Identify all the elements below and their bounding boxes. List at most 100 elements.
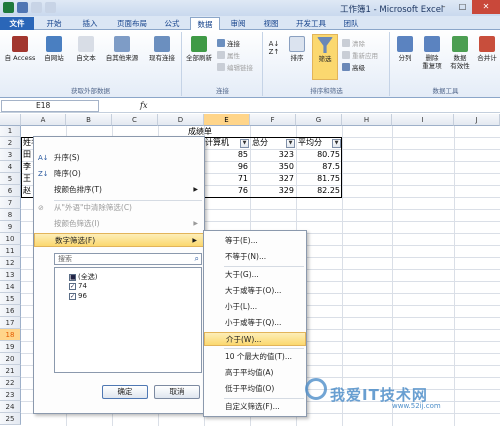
- sort-az-button[interactable]: A↓ Z↑: [266, 40, 282, 56]
- computer-cell[interactable]: 76: [206, 186, 248, 196]
- column-header[interactable]: B: [66, 114, 112, 126]
- row-header[interactable]: 4: [0, 161, 21, 173]
- column-header[interactable]: J: [454, 114, 500, 126]
- select-all-corner[interactable]: [0, 114, 21, 126]
- column-header[interactable]: D: [158, 114, 204, 126]
- tab-review[interactable]: 审阅: [223, 17, 253, 30]
- row-header[interactable]: 21: [0, 365, 21, 377]
- row-header[interactable]: 20: [0, 353, 21, 365]
- save-icon[interactable]: [17, 2, 28, 13]
- advanced-filter-button[interactable]: 高级: [342, 62, 365, 72]
- top-10-item[interactable]: 10 个最大的值(T)...: [204, 350, 306, 364]
- column-header[interactable]: A: [21, 114, 66, 126]
- column-header[interactable]: H: [342, 114, 392, 126]
- ok-button[interactable]: 确定: [102, 385, 148, 399]
- row-header[interactable]: 8: [0, 209, 21, 221]
- row-header[interactable]: 10: [0, 233, 21, 245]
- average-cell[interactable]: 81.75: [298, 174, 340, 184]
- row-header[interactable]: 25: [0, 413, 21, 425]
- total-cell[interactable]: 327: [252, 174, 294, 184]
- computer-cell[interactable]: 85: [206, 150, 248, 160]
- column-header-selected[interactable]: E: [204, 114, 250, 126]
- from-web-button[interactable]: 自网站: [38, 36, 70, 62]
- from-access-button[interactable]: 自 Access: [2, 36, 38, 62]
- data-validation-button[interactable]: 数据 有效性: [447, 36, 473, 70]
- checkbox-value[interactable]: ✓ 74: [69, 282, 87, 290]
- text-to-columns-button[interactable]: 分列: [393, 36, 417, 62]
- name-cell[interactable]: 李: [23, 162, 31, 172]
- greater-or-equal-item[interactable]: 大于或等于(O)...: [204, 284, 306, 298]
- row-header[interactable]: 6: [0, 185, 21, 197]
- row-header[interactable]: 19: [0, 341, 21, 353]
- row-header[interactable]: 15: [0, 293, 21, 305]
- header-cell[interactable]: 平均分: [298, 138, 322, 148]
- filter-button[interactable]: 筛选: [312, 34, 338, 80]
- existing-connections-button[interactable]: 现有连接: [144, 36, 180, 62]
- computer-cell[interactable]: 96: [206, 162, 248, 172]
- filter-dropdown-button[interactable]: ▼: [240, 139, 249, 148]
- row-header[interactable]: 13: [0, 269, 21, 281]
- minimize-icon[interactable]: –: [434, 0, 453, 14]
- from-other-sources-button[interactable]: 自其他来源: [102, 36, 142, 62]
- above-average-item[interactable]: 高于平均值(A): [204, 366, 306, 380]
- tab-insert[interactable]: 插入: [74, 17, 106, 30]
- filter-search-input[interactable]: 搜索 ⌕: [54, 253, 202, 265]
- row-header[interactable]: 3: [0, 149, 21, 161]
- average-cell[interactable]: 82.25: [298, 186, 340, 196]
- filter-values-list[interactable]: ■ (全选) ✓ 74 ✓ 96: [54, 267, 202, 373]
- filter-dropdown-button[interactable]: ▼: [332, 139, 341, 148]
- remove-duplicates-button[interactable]: 删除 重复项: [419, 36, 445, 70]
- below-average-item[interactable]: 低于平均值(O): [204, 382, 306, 396]
- tab-file[interactable]: 文件: [0, 17, 34, 30]
- row-header[interactable]: 5: [0, 173, 21, 185]
- column-header[interactable]: I: [392, 114, 454, 126]
- insert-function-icon[interactable]: fx: [140, 101, 147, 110]
- less-than-item[interactable]: 小于(L)...: [204, 300, 306, 314]
- name-cell[interactable]: 赵: [23, 186, 31, 196]
- header-cell[interactable]: 计算机: [205, 138, 229, 148]
- less-or-equal-item[interactable]: 小于或等于(Q)...: [204, 316, 306, 330]
- average-cell[interactable]: 87.5: [298, 162, 340, 172]
- tab-home[interactable]: 开始: [38, 17, 70, 30]
- checkbox-value[interactable]: ✓ 96: [69, 292, 87, 300]
- tab-data[interactable]: 数据: [190, 17, 220, 31]
- equals-item[interactable]: 等于(E)...: [204, 234, 306, 248]
- row-header[interactable]: 1: [0, 126, 21, 137]
- redo-icon[interactable]: [45, 2, 56, 13]
- total-cell[interactable]: 323: [252, 150, 294, 160]
- tab-formulas[interactable]: 公式: [157, 17, 187, 30]
- column-header[interactable]: G: [296, 114, 342, 126]
- name-cell[interactable]: 田: [23, 150, 31, 160]
- tab-view[interactable]: 视图: [256, 17, 286, 30]
- tab-team[interactable]: 团队: [336, 17, 366, 30]
- greater-than-item[interactable]: 大于(G)...: [204, 268, 306, 282]
- name-box[interactable]: E18: [1, 100, 99, 112]
- column-header[interactable]: C: [112, 114, 158, 126]
- total-cell[interactable]: 350: [252, 162, 294, 172]
- tab-page-layout[interactable]: 页面布局: [110, 17, 154, 30]
- row-header[interactable]: 24: [0, 401, 21, 413]
- row-header[interactable]: 12: [0, 257, 21, 269]
- checkbox-select-all[interactable]: ■ (全选): [69, 272, 97, 282]
- sort-button[interactable]: 排序: [284, 36, 310, 62]
- sort-descending-item[interactable]: Z↓ 降序(O): [34, 167, 204, 181]
- not-equal-item[interactable]: 不等于(N)...: [204, 250, 306, 264]
- sort-ascending-item[interactable]: A↓ 升序(S): [34, 151, 204, 165]
- custom-filter-item[interactable]: 自定义筛选(F)...: [204, 400, 306, 414]
- header-cell[interactable]: 总分: [252, 138, 268, 148]
- connections-button[interactable]: 连接: [217, 38, 240, 48]
- between-item[interactable]: 介于(W)...: [204, 332, 306, 346]
- row-header[interactable]: 23: [0, 389, 21, 401]
- cancel-button[interactable]: 取消: [154, 385, 200, 399]
- average-cell[interactable]: 80.75: [298, 150, 340, 160]
- undo-icon[interactable]: [31, 2, 42, 13]
- row-header[interactable]: 9: [0, 221, 21, 233]
- row-header[interactable]: 14: [0, 281, 21, 293]
- total-cell[interactable]: 329: [252, 186, 294, 196]
- consolidate-button[interactable]: 合并计: [475, 36, 499, 62]
- name-cell[interactable]: 王: [23, 174, 31, 184]
- row-header[interactable]: 17: [0, 317, 21, 329]
- tab-developer[interactable]: 开发工具: [289, 17, 333, 30]
- computer-cell[interactable]: 71: [206, 174, 248, 184]
- row-header[interactable]: 11: [0, 245, 21, 257]
